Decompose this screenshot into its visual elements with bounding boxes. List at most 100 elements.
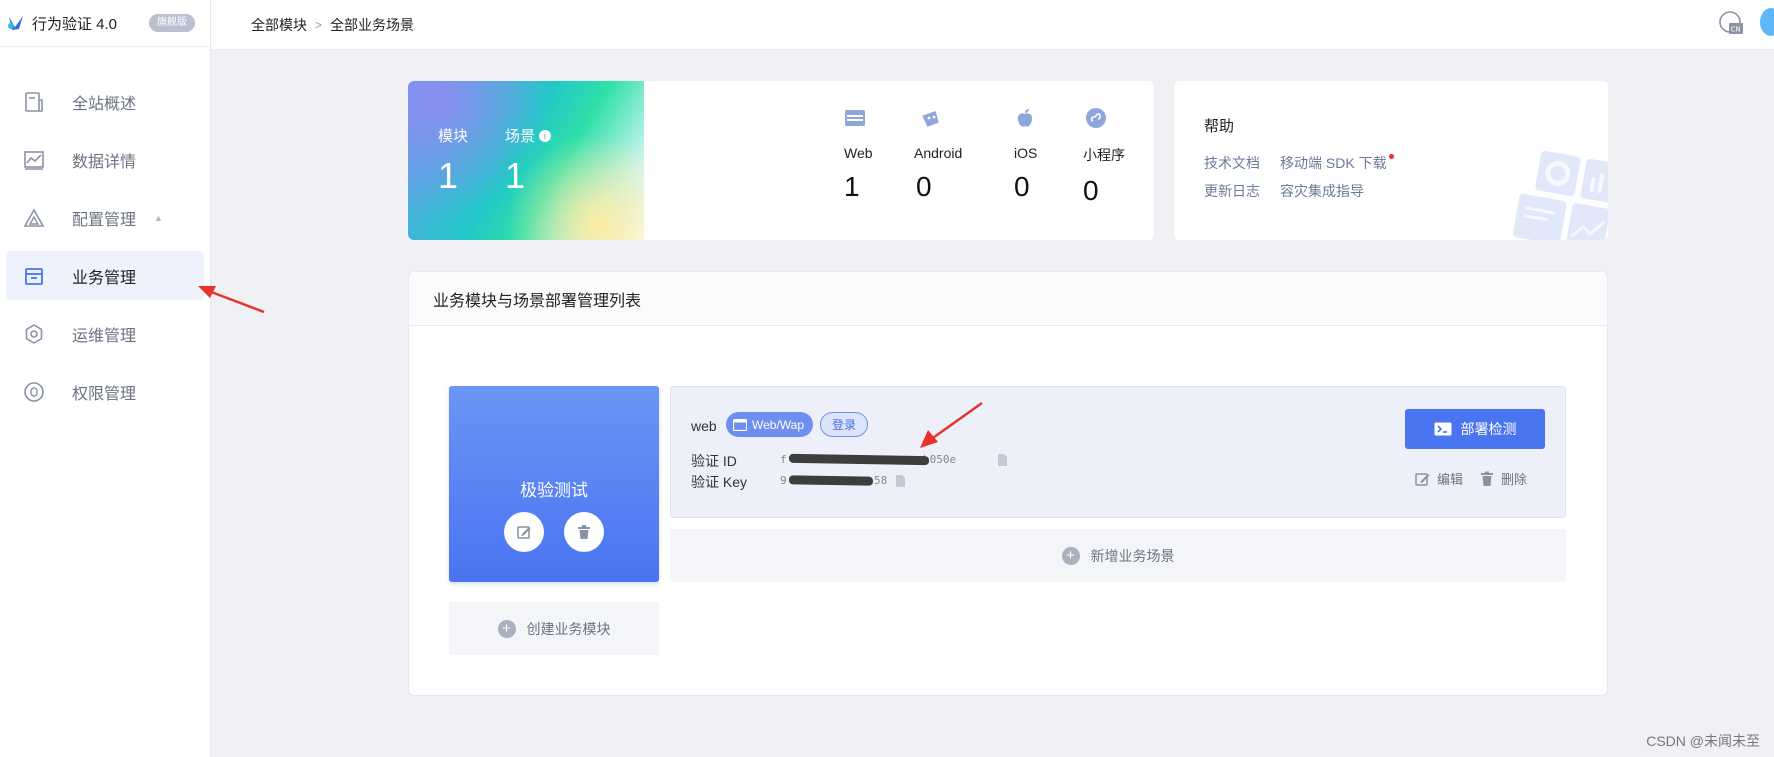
browser-icon: [733, 418, 747, 431]
platform-name: 小程序: [1083, 147, 1125, 163]
platform-count: 1: [844, 171, 860, 202]
sidebar-item-label: 运维管理: [72, 327, 137, 345]
sidebar-item-business[interactable]: 业务管理: [6, 251, 204, 300]
platform-count: 0: [1083, 175, 1099, 206]
platform-name: Android: [914, 145, 963, 161]
permission-icon: [22, 380, 46, 404]
sidebar-item-label: 数据详情: [72, 153, 137, 171]
app-header: 行为验证 4.0 旗舰版: [0, 0, 210, 47]
deploy-check-label: 部署检测: [1460, 421, 1517, 437]
sidebar-item-label: 权限管理: [72, 385, 137, 403]
module-count-label: 模块: [438, 128, 469, 145]
sidebar: 行为验证 4.0 旗舰版 全站概述 数据详情 配置管理 ▲ 业务管理 运维管理 …: [0, 0, 211, 757]
logo-icon: [8, 16, 23, 30]
terminal-icon: [1434, 422, 1451, 436]
chart-icon: [22, 148, 46, 172]
scene-type-tag: 登录: [820, 412, 869, 437]
help-link-sdk-download-wrap[interactable]: 移动端 SDK 下载: [1280, 153, 1394, 173]
annotation-arrow-left: [198, 286, 265, 314]
summary-hero: 模块 1 场景 i 1: [408, 81, 644, 240]
help-link-sdk-download: 移动端 SDK 下载: [1280, 155, 1387, 171]
plus-circle-icon: +: [1061, 546, 1080, 565]
sidebar-item-data-detail[interactable]: 数据详情: [6, 135, 204, 184]
svg-text:CN: CN: [1731, 26, 1741, 34]
help-link-docs[interactable]: 技术文档: [1204, 153, 1260, 173]
platform-name: Web: [844, 145, 873, 161]
breadcrumb-root[interactable]: 全部模块: [251, 15, 307, 35]
platform-tag: Web/Wap: [726, 412, 814, 437]
module-card[interactable]: 极验测试: [449, 386, 659, 582]
help-title: 帮助: [1204, 118, 1235, 135]
platform-name: iOS: [1014, 145, 1038, 161]
miniprogram-icon: [1086, 108, 1106, 128]
module-scene-panel: 业务模块与场景部署管理列表 极验测试 + 创建业务模块 web Web/Wap …: [408, 271, 1608, 696]
platform-tag-label: Web/Wap: [752, 417, 805, 432]
config-icon: [22, 206, 46, 230]
module-name: 极验测试: [520, 481, 588, 500]
edit-icon: [1415, 472, 1430, 486]
scene-count-label: 场景: [505, 128, 536, 145]
delete-scene-label: 删除: [1501, 472, 1528, 487]
redaction-mark: [788, 475, 874, 486]
module-count: 1: [438, 155, 459, 196]
edit-scene-button[interactable]: 编辑: [1415, 469, 1463, 488]
annotation-arrow-id: [920, 401, 983, 448]
redaction-mark: [788, 453, 930, 466]
language-toggle-icon[interactable]: CN: [1718, 10, 1744, 36]
caret-up-icon: ▲: [154, 212, 163, 223]
android-icon: [922, 110, 939, 127]
plus-circle-icon: +: [497, 619, 516, 638]
edition-badge: 旗舰版: [149, 14, 196, 32]
breadcrumb-separator: >: [315, 17, 323, 32]
copy-id-icon[interactable]: [997, 454, 1007, 466]
edit-module-button[interactable]: [504, 512, 544, 552]
sidebar-item-config[interactable]: 配置管理 ▲: [6, 193, 204, 242]
create-module-button[interactable]: + 创建业务模块: [449, 602, 659, 655]
help-illustration-icon: [1512, 150, 1608, 240]
platform-android: Android 0: [914, 107, 962, 203]
platform-ios: iOS 0: [1014, 107, 1037, 203]
sidebar-item-label: 全站概述: [72, 95, 137, 113]
scene-count: 1: [505, 155, 526, 196]
scene-row: web Web/Wap 登录 验证 ID f b050e 验证 Key 9 58…: [670, 386, 1566, 518]
captcha-key-end: 58: [874, 474, 888, 487]
info-icon[interactable]: i: [539, 130, 552, 142]
help-link-disaster-recovery[interactable]: 容灾集成指导: [1280, 181, 1364, 201]
deploy-check-button[interactable]: 部署检测: [1405, 409, 1545, 449]
avatar[interactable]: [1760, 8, 1774, 36]
delete-module-button[interactable]: [564, 512, 604, 552]
web-icon: [845, 110, 865, 126]
help-link-changelog[interactable]: 更新日志: [1204, 181, 1260, 201]
apple-icon: [1017, 109, 1033, 127]
trash-icon: [578, 525, 590, 539]
delete-scene-button[interactable]: 删除: [1479, 469, 1527, 488]
panel-title: 业务模块与场景部署管理列表: [409, 272, 1607, 326]
platform-count: 0: [1014, 171, 1030, 202]
business-icon: [22, 264, 46, 288]
sidebar-item-overview[interactable]: 全站概述: [6, 77, 204, 126]
captcha-key-start: 9: [780, 474, 787, 487]
add-scene-button[interactable]: + 新增业务场景: [670, 529, 1566, 582]
sidebar-item-label: 配置管理: [72, 211, 137, 229]
platform-web: Web 1: [844, 107, 873, 203]
stats-card: 模块 1 场景 i 1 Web 1 Android 0 iOS 0 小程序 0: [408, 81, 1154, 240]
top-bar: 全部模块 > 全部业务场景 CN: [211, 0, 1774, 50]
platform-miniprogram: 小程序 0: [1083, 107, 1125, 207]
new-badge-dot: [1388, 154, 1394, 159]
captcha-id-start: f: [780, 453, 787, 466]
watermark: CSDN @未闻未至: [1646, 733, 1760, 749]
captcha-key-label: 验证 Key: [691, 474, 748, 490]
platform-count: 0: [916, 171, 932, 202]
copy-key-icon[interactable]: [895, 475, 905, 487]
create-module-label: 创建业务模块: [526, 620, 611, 637]
sidebar-item-permission[interactable]: 权限管理: [6, 367, 204, 416]
edit-scene-label: 编辑: [1437, 472, 1464, 487]
sidebar-item-ops[interactable]: 运维管理: [6, 309, 204, 358]
scene-count-label-wrap: 场景 i: [505, 125, 552, 146]
scene-name: web: [691, 418, 717, 434]
settings-icon: [22, 322, 46, 346]
captcha-id-label: 验证 ID: [691, 453, 737, 469]
breadcrumb-current: 全部业务场景: [330, 16, 415, 33]
app-name: 行为验证 4.0: [32, 15, 118, 33]
add-scene-label: 新增业务场景: [1090, 547, 1175, 564]
